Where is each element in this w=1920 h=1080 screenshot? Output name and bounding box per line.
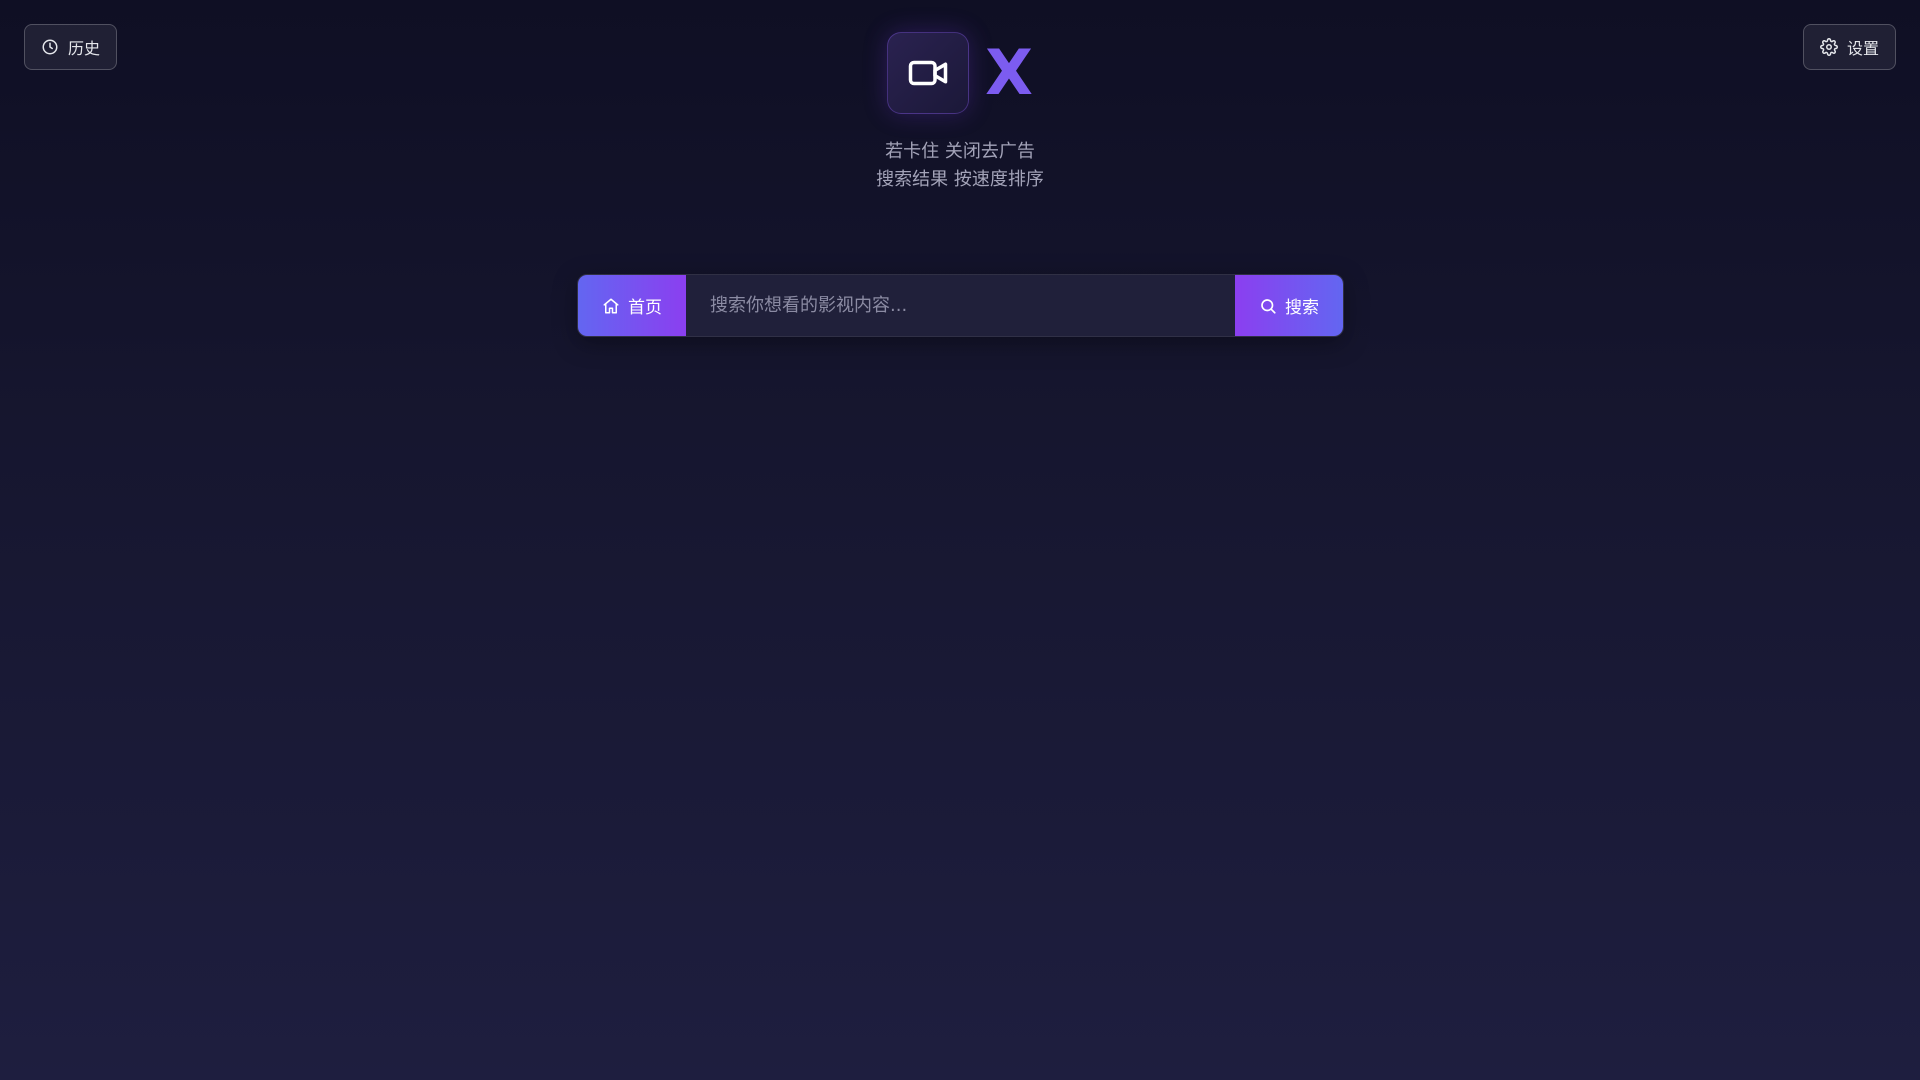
subtitle-line-2: 搜索结果 按速度排序 bbox=[876, 169, 1044, 190]
home-button[interactable]: 首页 bbox=[578, 275, 686, 336]
search-button[interactable]: 搜索 bbox=[1235, 275, 1343, 336]
brand-name: X bbox=[985, 36, 1033, 109]
home-label: 首页 bbox=[628, 298, 662, 318]
search-icon bbox=[1259, 297, 1277, 315]
subtitle: 若卡住 关闭去广告 搜索结果 按速度排序 bbox=[0, 138, 1920, 194]
subtitle-line-1: 若卡住 关闭去广告 bbox=[885, 141, 1035, 162]
search-input[interactable] bbox=[686, 275, 1235, 336]
home-icon bbox=[602, 297, 620, 315]
search-button-label: 搜索 bbox=[1285, 298, 1319, 318]
video-camera-icon bbox=[907, 52, 949, 94]
brand-header: X bbox=[0, 32, 1920, 114]
search-bar: 首页 搜索 bbox=[577, 274, 1344, 337]
logo bbox=[887, 32, 970, 114]
